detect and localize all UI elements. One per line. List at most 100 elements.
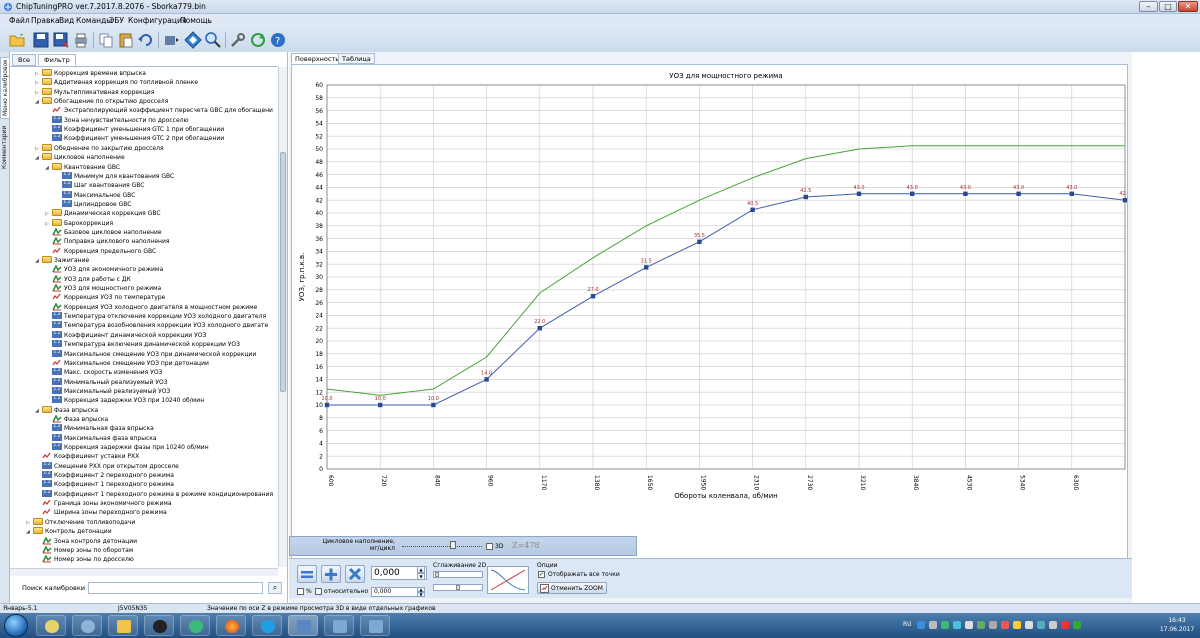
tree-item[interactable]: ◢ Фаза впрыска: [35, 405, 98, 416]
expand-arrow-icon[interactable]: ◢: [35, 154, 42, 163]
search-zoom-icon[interactable]: [204, 31, 222, 49]
save-icon[interactable]: [32, 31, 50, 49]
start-button[interactable]: [4, 614, 28, 637]
tree-item[interactable]: ▷ Барокоррекция: [45, 218, 113, 228]
save-as-icon[interactable]: [52, 31, 70, 49]
tree-item[interactable]: Максимальное смещение УОЗ при детонации: [45, 359, 209, 368]
expand-arrow-icon[interactable]: ◢: [35, 257, 42, 266]
copy-icon[interactable]: [97, 31, 115, 49]
tray-icon[interactable]: [989, 621, 997, 629]
search-button[interactable]: ⌕: [268, 582, 282, 594]
tab-all[interactable]: Все: [12, 54, 37, 66]
value-spin-down[interactable]: ▼: [417, 573, 425, 580]
tree-item[interactable]: ▷ Мультипликативная коррекция: [35, 87, 154, 97]
tray-icon[interactable]: [1025, 621, 1033, 629]
taskbar-chiptuning[interactable]: [288, 615, 318, 636]
tree-item[interactable]: Коррекция предельного GBC: [45, 247, 156, 256]
tree-item[interactable]: Номер зоны по оборотам: [35, 545, 133, 555]
scrollbar-thumb[interactable]: [280, 152, 286, 392]
tree-item[interactable]: УОЗ для экономичного режима: [45, 264, 163, 274]
tray-icon[interactable]: [1013, 621, 1021, 629]
tree-item[interactable]: ▷ Коррекция времени впрыска: [35, 69, 146, 78]
tree-item[interactable]: 1.2 Коррекция задержки фазы при 10240 об/…: [45, 443, 209, 452]
tree-item[interactable]: Коррекция УОЗ холодного двигателя в мощн…: [45, 302, 257, 312]
menu-help[interactable]: Помощь: [180, 16, 212, 26]
tree-item[interactable]: Граница зоны экономичного режима: [35, 499, 172, 508]
tree-item[interactable]: ▷ Отключение топливоподачи: [26, 517, 135, 527]
expand-arrow-icon[interactable]: ◢: [35, 407, 42, 416]
taskbar-app-9[interactable]: [324, 615, 354, 636]
tray-icon[interactable]: [929, 621, 937, 629]
tree-item[interactable]: 1.2 Максимальный реализуемый УОЗ: [45, 386, 170, 396]
tree-item[interactable]: 1.2 Температура возобновления коррекции У…: [45, 321, 268, 330]
tree-item[interactable]: ▷ Аддитивная коррекция по топливной пленк…: [35, 78, 198, 87]
tree-item[interactable]: 1.2 Коэффициент 2 переходного режима: [35, 471, 174, 480]
add-value-button[interactable]: [321, 565, 341, 583]
tray-icon[interactable]: [1061, 621, 1069, 629]
tree-item[interactable]: Базовое цикловое наполнение: [45, 227, 162, 237]
taskbar-firefox[interactable]: [216, 615, 246, 636]
tree-item[interactable]: УОЗ для работы с ДК: [45, 274, 131, 284]
tree-item[interactable]: 1.2 Макс. скорость изменения УОЗ: [45, 368, 162, 377]
tree-item[interactable]: 1.2 Зона нечувствительности по дросселю: [45, 115, 189, 125]
tray-icon[interactable]: [941, 621, 949, 629]
tree-item[interactable]: Зона контроля детонации: [35, 535, 137, 546]
tree-item[interactable]: ◢ Обогащение по открытию дросселя: [35, 97, 168, 106]
minimize-button[interactable]: –: [1139, 1, 1158, 12]
tools-icon[interactable]: [229, 31, 247, 49]
diamond-icon[interactable]: [184, 31, 202, 49]
expand-arrow-icon[interactable]: ◢: [45, 164, 52, 173]
tree-item[interactable]: ◢ Квантование GBC: [45, 162, 120, 173]
load-slider-track[interactable]: [402, 545, 482, 547]
expand-arrow-icon[interactable]: ◢: [35, 98, 42, 107]
tree-item[interactable]: 1.2 Максимальная фаза впрыска: [45, 433, 157, 443]
tree-item[interactable]: 1.2 Шаг квантования GBC: [55, 181, 144, 190]
tree-hscrollbar[interactable]: [10, 568, 278, 576]
maximize-button[interactable]: □: [1159, 1, 1177, 12]
tab-surface[interactable]: Поверхность: [291, 53, 344, 64]
expand-arrow-icon[interactable]: ◢: [26, 528, 33, 537]
tree-item[interactable]: УОЗ для мощностного режима: [45, 283, 161, 293]
print-icon[interactable]: [72, 31, 90, 49]
smoothing-slider-1[interactable]: [433, 571, 483, 578]
tree-item[interactable]: ▷ Обеднение по закрытию дросселя: [35, 143, 164, 153]
tree-item[interactable]: Экстраполирующий коэффициент пересчета G…: [45, 106, 273, 115]
close-button[interactable]: ✕: [1178, 1, 1198, 12]
tree-item[interactable]: 1.2 Минимум для квантования GBC: [55, 171, 174, 181]
taskbar-explorer[interactable]: [108, 615, 138, 636]
menu-file[interactable]: Файл: [9, 16, 30, 26]
tree-item[interactable]: Фаза впрыска: [45, 414, 108, 424]
tree-item[interactable]: Ширина зоны переходного режима: [35, 508, 167, 517]
percent-checkbox[interactable]: [297, 588, 304, 595]
refresh-icon[interactable]: [249, 31, 267, 49]
tree-item[interactable]: 1.2 Температура отключения коррекции УОЗ …: [45, 312, 266, 321]
3d-checkbox[interactable]: [486, 543, 493, 550]
search-input[interactable]: [88, 582, 263, 594]
menu-view[interactable]: Вид: [59, 16, 74, 26]
menu-configuration[interactable]: Конфигурация: [128, 16, 186, 26]
tree-item[interactable]: 1.2 Температура включения динамической ко…: [45, 340, 240, 349]
tree-item[interactable]: 1.2 Максимальное смещение УОЗ при динамич…: [45, 349, 256, 359]
tree-item[interactable]: 1.2 Коэффициент динамической коррекции УО…: [45, 330, 206, 340]
clock[interactable]: 16:43 17.06.2017: [1157, 616, 1197, 634]
tree-item[interactable]: Коррекция УОЗ по температуре: [45, 293, 165, 302]
tray-icon[interactable]: [977, 621, 985, 629]
smoothing-curve-icon[interactable]: [487, 566, 529, 594]
load-slider-handle[interactable]: [450, 541, 456, 549]
smoothing-slider-2[interactable]: [433, 584, 483, 591]
tray-icon[interactable]: [953, 621, 961, 629]
tree-item[interactable]: Номер зоны по дросселю: [35, 554, 134, 564]
ecu-read-icon[interactable]: [162, 31, 180, 49]
relative-checkbox[interactable]: [315, 588, 322, 595]
language-indicator[interactable]: RU: [903, 621, 912, 628]
tree-item[interactable]: ◢ Цикловое наполнение: [35, 153, 125, 162]
tray-icon[interactable]: [1001, 621, 1009, 629]
set-value-button[interactable]: [297, 565, 317, 583]
tray-network-icon[interactable]: [1049, 621, 1057, 629]
relative-spin-down[interactable]: ▼: [417, 592, 425, 597]
taskbar-app-10[interactable]: [360, 615, 390, 636]
show-all-points-checkbox[interactable]: ✓: [538, 571, 545, 578]
tab-filter[interactable]: Фильтр: [38, 54, 76, 66]
tab-calibration-menu[interactable]: Меню калибровок: [0, 57, 10, 119]
taskbar-skype[interactable]: [252, 615, 282, 636]
